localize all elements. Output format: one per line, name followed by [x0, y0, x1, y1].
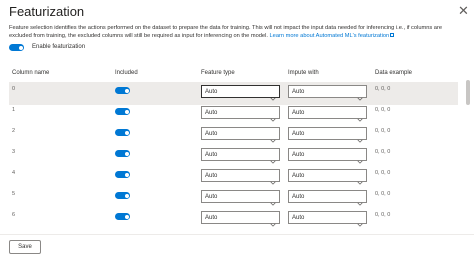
- data-example-cell: 0, 0, 0: [375, 128, 391, 134]
- included-toggle[interactable]: [115, 213, 130, 220]
- feature-type-value: Auto: [205, 109, 218, 116]
- table-row[interactable]: 3 Auto Auto 0, 0, 0: [9, 145, 458, 168]
- scrollbar[interactable]: [466, 80, 470, 232]
- feature-type-value: Auto: [205, 172, 218, 179]
- impute-with-value: Auto: [292, 151, 305, 158]
- column-name-cell: 1: [12, 107, 16, 113]
- header-impute-with: Impute with: [288, 70, 319, 76]
- enable-featurization-label: Enable featurization: [32, 44, 86, 50]
- impute-with-dropdown[interactable]: Auto: [288, 85, 367, 101]
- feature-type-dropdown[interactable]: Auto: [201, 127, 280, 143]
- impute-with-value: Auto: [292, 109, 305, 116]
- column-name-cell: 5: [12, 191, 16, 197]
- header-data-example: Data example: [375, 70, 413, 76]
- column-name-cell: 2: [12, 128, 16, 134]
- learn-more-link[interactable]: Learn more about Automated ML's featuriz…: [270, 33, 390, 39]
- feature-type-dropdown[interactable]: Auto: [201, 190, 280, 206]
- data-example-cell: 0, 0, 0: [375, 212, 391, 218]
- impute-with-dropdown[interactable]: Auto: [288, 169, 367, 185]
- feature-type-dropdown[interactable]: Auto: [201, 148, 280, 164]
- chevron-down-icon: [357, 194, 363, 206]
- included-toggle[interactable]: [115, 192, 130, 199]
- enable-featurization-toggle[interactable]: [9, 44, 24, 51]
- table-row[interactable]: 6 Auto Auto 0, 0, 0: [9, 208, 458, 231]
- chevron-down-icon: [357, 152, 363, 164]
- external-link-icon: [390, 33, 395, 37]
- feature-type-dropdown[interactable]: Auto: [201, 211, 280, 227]
- close-icon[interactable]: ✕: [458, 4, 469, 17]
- description: Feature selection identifies the actions…: [9, 24, 461, 40]
- impute-with-value: Auto: [292, 88, 305, 95]
- feature-type-value: Auto: [205, 130, 218, 137]
- included-toggle[interactable]: [115, 108, 130, 115]
- scrollbar-thumb[interactable]: [466, 80, 470, 105]
- impute-with-value: Auto: [292, 214, 305, 221]
- feature-type-value: Auto: [205, 193, 218, 200]
- footer-divider: [0, 234, 474, 235]
- table-row[interactable]: 1 Auto Auto 0, 0, 0: [9, 103, 458, 126]
- chevron-down-icon: [357, 215, 363, 227]
- table-row[interactable]: 5 Auto Auto 0, 0, 0: [9, 187, 458, 210]
- impute-with-dropdown[interactable]: Auto: [288, 127, 367, 143]
- impute-with-dropdown[interactable]: Auto: [288, 106, 367, 122]
- impute-with-dropdown[interactable]: Auto: [288, 190, 367, 206]
- feature-type-value: Auto: [205, 88, 218, 95]
- chevron-down-icon: [270, 194, 276, 206]
- feature-type-dropdown[interactable]: Auto: [201, 106, 280, 122]
- chevron-down-icon: [270, 110, 276, 122]
- included-toggle[interactable]: [115, 87, 130, 94]
- chevron-down-icon: [270, 131, 276, 143]
- impute-with-dropdown[interactable]: Auto: [288, 148, 367, 164]
- impute-with-value: Auto: [292, 130, 305, 137]
- impute-with-value: Auto: [292, 172, 305, 179]
- table-row[interactable]: 2 Auto Auto 0, 0, 0: [9, 124, 458, 147]
- impute-with-value: Auto: [292, 193, 305, 200]
- chevron-down-icon: [357, 110, 363, 122]
- chevron-down-icon: [357, 173, 363, 185]
- included-toggle[interactable]: [115, 171, 130, 178]
- included-toggle[interactable]: [115, 129, 130, 136]
- table-row[interactable]: 4 Auto Auto 0, 0, 0: [9, 166, 458, 189]
- chevron-down-icon: [270, 152, 276, 164]
- column-name-cell: 0: [12, 86, 16, 92]
- data-example-cell: 0, 0, 0: [375, 191, 391, 197]
- feature-type-dropdown[interactable]: Auto: [201, 169, 280, 185]
- chevron-down-icon: [270, 89, 276, 101]
- column-name-cell: 6: [12, 212, 16, 218]
- chevron-down-icon: [270, 173, 276, 185]
- data-example-cell: 0, 0, 0: [375, 107, 391, 113]
- header-column-name: Column name: [12, 70, 50, 76]
- chevron-down-icon: [270, 215, 276, 227]
- chevron-down-icon: [357, 131, 363, 143]
- column-name-cell: 3: [12, 149, 16, 155]
- header-included: Included: [115, 70, 138, 76]
- save-button[interactable]: Save: [9, 240, 41, 254]
- data-example-cell: 0, 0, 0: [375, 86, 391, 92]
- data-example-cell: 0, 0, 0: [375, 149, 391, 155]
- feature-type-value: Auto: [205, 151, 218, 158]
- column-name-cell: 4: [12, 170, 16, 176]
- feature-type-dropdown[interactable]: Auto: [201, 85, 280, 101]
- header-feature-type: Feature type: [201, 70, 235, 76]
- table-row[interactable]: 0 Auto Auto 0, 0, 0: [9, 82, 458, 105]
- included-toggle[interactable]: [115, 150, 130, 157]
- feature-type-value: Auto: [205, 214, 218, 221]
- impute-with-dropdown[interactable]: Auto: [288, 211, 367, 227]
- data-example-cell: 0, 0, 0: [375, 170, 391, 176]
- chevron-down-icon: [357, 89, 363, 101]
- panel-title: Featurization: [9, 4, 85, 19]
